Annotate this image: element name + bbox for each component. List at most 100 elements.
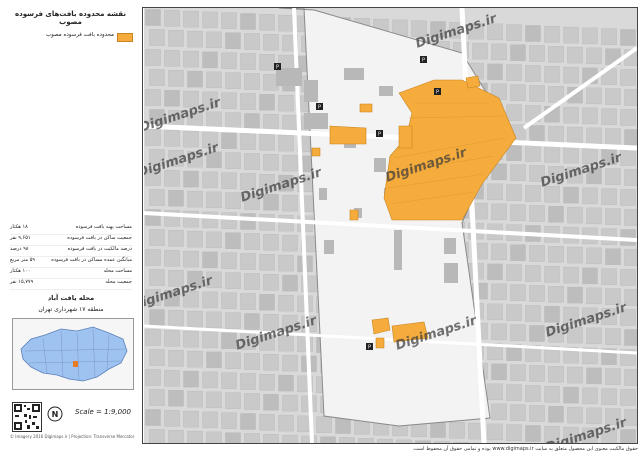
city-block xyxy=(582,27,598,45)
city-block xyxy=(206,391,222,409)
city-block xyxy=(164,410,180,427)
city-block xyxy=(449,422,465,439)
city-block xyxy=(183,90,199,108)
city-block xyxy=(145,249,161,266)
city-block xyxy=(187,110,203,128)
city-block xyxy=(548,406,564,423)
city-block xyxy=(225,392,241,409)
north-arrow-icon: N xyxy=(47,406,63,422)
city-block xyxy=(164,50,180,67)
city-block xyxy=(202,211,218,229)
city-block xyxy=(620,29,636,46)
city-block xyxy=(225,112,241,129)
city-block xyxy=(225,152,241,169)
city-block xyxy=(586,47,602,65)
city-block xyxy=(586,407,602,425)
city-block xyxy=(259,334,275,351)
city-block xyxy=(202,291,218,309)
city-block xyxy=(168,110,184,127)
city-block xyxy=(544,146,560,163)
stat-value: ۱۵,۷۷۹ نفر xyxy=(10,279,34,285)
city-block xyxy=(240,213,256,230)
city-block xyxy=(567,366,583,384)
city-block xyxy=(624,249,637,266)
city-block xyxy=(316,416,332,433)
city-block xyxy=(168,390,184,407)
city-block xyxy=(544,306,560,323)
city-block xyxy=(620,69,636,86)
city-block xyxy=(525,265,541,282)
city-block xyxy=(263,34,279,51)
city-block xyxy=(586,367,602,385)
city-block xyxy=(164,170,180,187)
city-block xyxy=(510,244,526,261)
city-block xyxy=(544,426,560,443)
decayed-zone xyxy=(311,147,321,157)
city-block xyxy=(582,187,598,205)
map-canvas[interactable]: P P P P P P Digimaps.ir Digimaps.ir Digi… xyxy=(144,8,637,443)
city-block xyxy=(453,442,469,443)
city-block xyxy=(525,65,541,82)
city-block xyxy=(225,32,241,49)
city-block xyxy=(282,274,298,292)
city-block xyxy=(225,192,241,209)
city-block xyxy=(624,369,637,386)
stat-value: ۹۸ درصد xyxy=(10,246,29,252)
city-block xyxy=(624,209,637,226)
city-block xyxy=(145,369,161,386)
city-block xyxy=(339,437,355,443)
stat-value: ۵۹ متر مربع xyxy=(10,257,35,263)
city-block xyxy=(149,429,165,443)
city-block xyxy=(506,424,522,441)
city-block xyxy=(624,329,637,346)
city-block xyxy=(491,283,507,301)
city-block xyxy=(472,42,488,60)
city-block xyxy=(244,313,260,330)
city-block xyxy=(259,94,275,111)
decayed-zone xyxy=(398,125,413,149)
copyright-footer: حقوق مالکیت معنوی این محصول متعلق به سای… xyxy=(412,446,638,452)
city-block xyxy=(278,334,294,352)
legend-swatch-decayed xyxy=(117,33,133,42)
city-block xyxy=(620,149,636,166)
city-block xyxy=(187,270,203,288)
stat-row: درصد مالکیت در بافت فرسوده ۹۸ درصد xyxy=(10,246,132,257)
city-block xyxy=(601,268,617,285)
city-block xyxy=(282,314,298,332)
city-block xyxy=(145,289,161,306)
imagery-credit: © Imagery 2016 Digimaps.ir | Projection:… xyxy=(10,434,135,439)
city-block xyxy=(563,146,579,164)
city-block xyxy=(620,269,636,286)
city-block xyxy=(624,409,637,426)
city-block xyxy=(567,126,583,144)
city-block xyxy=(586,247,602,265)
stat-row: مساحت محله ۱۰۰ هکتار xyxy=(10,268,132,279)
city-block xyxy=(468,22,484,40)
city-block xyxy=(415,440,431,443)
stat-value: ۹,۶۵۱ نفر xyxy=(10,235,31,241)
city-block xyxy=(244,433,260,443)
city-block xyxy=(187,310,203,328)
city-block xyxy=(183,290,199,308)
stat-row: جمعیت محله ۱۵,۷۷۹ نفر xyxy=(10,279,132,290)
city-block xyxy=(510,204,526,221)
city-block xyxy=(605,88,621,105)
city-block xyxy=(183,330,199,348)
city-block xyxy=(187,30,203,48)
stats-table: مساحت پهنه بافت فرسوده ۱۸ هکتار جمعیت ساک… xyxy=(10,224,132,290)
city-block xyxy=(168,190,184,207)
city-block xyxy=(221,292,237,309)
city-block xyxy=(605,328,621,345)
city-block xyxy=(525,385,541,402)
city-block xyxy=(259,174,275,191)
city-block xyxy=(263,394,279,411)
city-block xyxy=(206,151,222,169)
city-block xyxy=(263,234,279,251)
city-block xyxy=(278,134,294,152)
city-block xyxy=(624,89,637,106)
city-block xyxy=(221,52,237,69)
city-block xyxy=(259,414,275,431)
city-block xyxy=(225,432,241,443)
city-block xyxy=(510,164,526,181)
city-block xyxy=(487,423,503,441)
